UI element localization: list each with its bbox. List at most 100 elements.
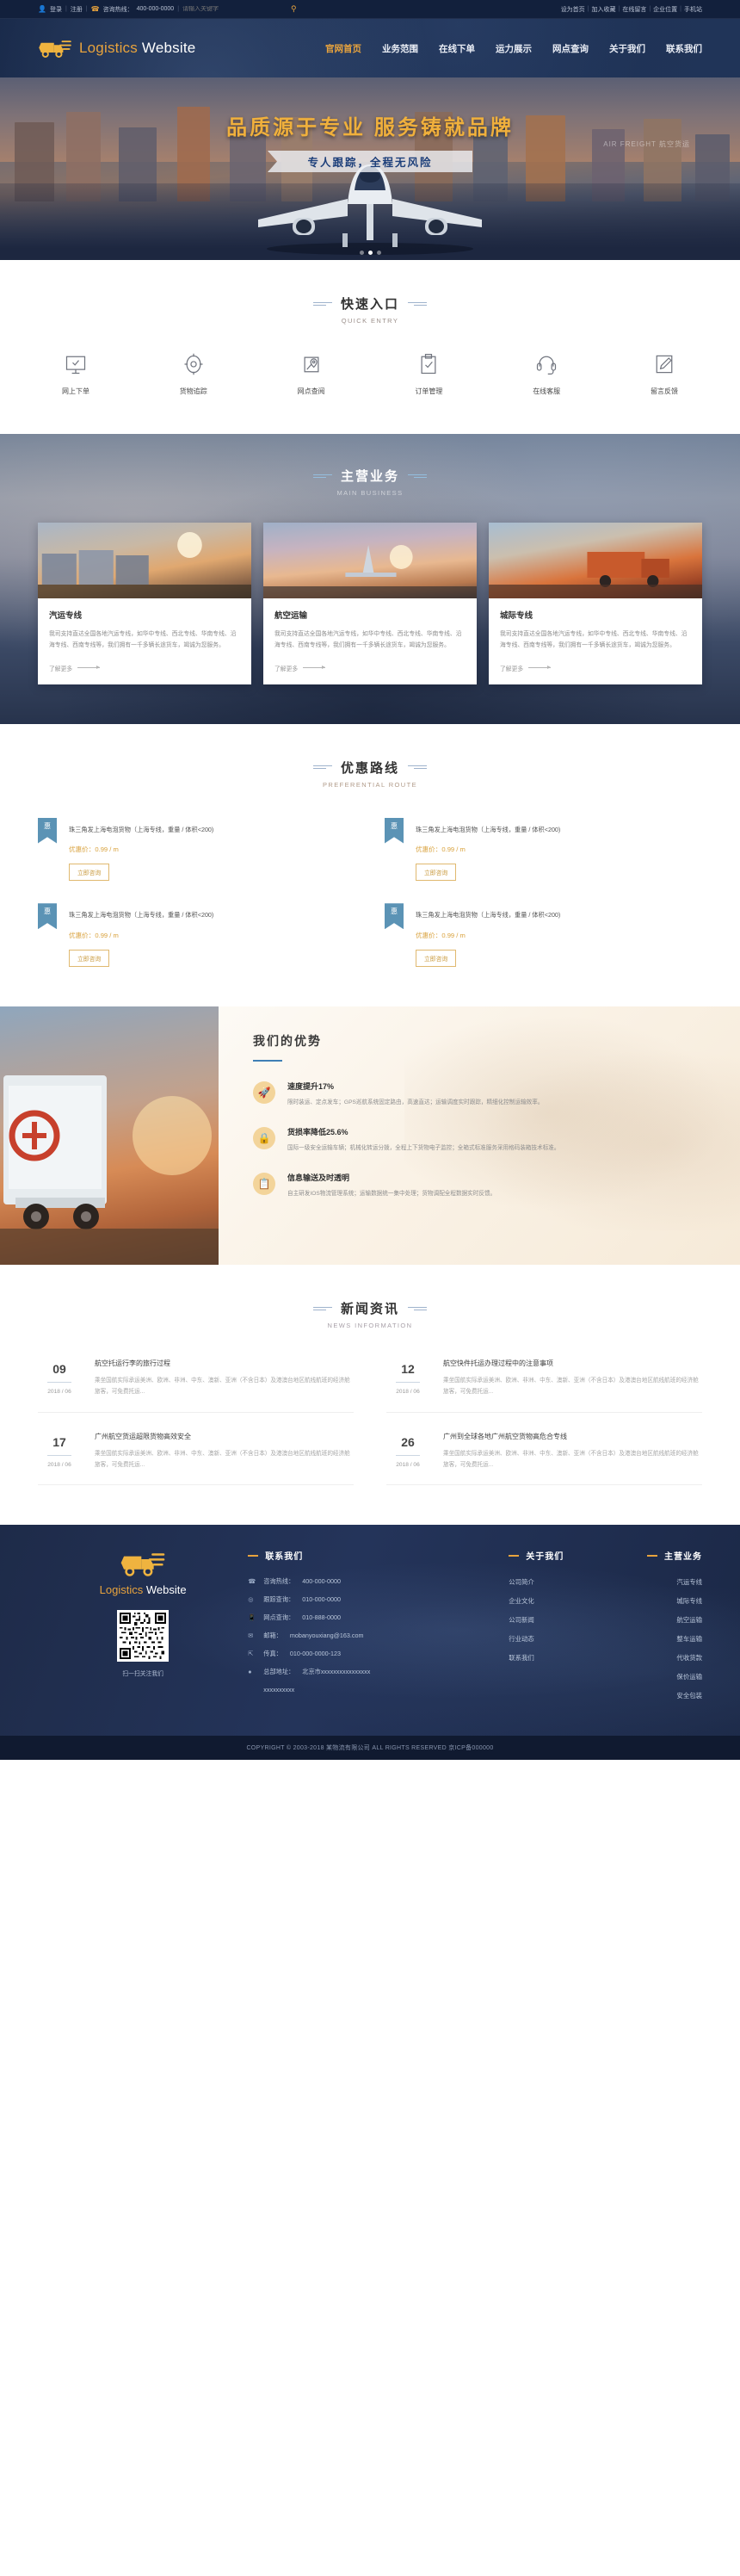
route-name: 珠三角发上海电泡货物（上海专线，重量 / 体积<200)	[416, 825, 561, 833]
footer-business-column: 主营业务 汽运专线 城际专线 航空运输 整车运输 代收货款 保价运输 安全包装	[610, 1549, 702, 1710]
contact-label: 咨询热线：	[263, 1577, 295, 1586]
discount-ribbon-icon: 惠	[385, 817, 404, 844]
quick-item-online-order[interactable]: 网上下单	[45, 352, 107, 396]
footer-biz-air-transport[interactable]: 航空运输	[610, 1615, 702, 1625]
footer-biz-intercity[interactable]: 城际专线	[610, 1596, 702, 1606]
footer-biz-insured[interactable]: 保价运输	[610, 1672, 702, 1681]
route-item: 惠 珠三角发上海电泡货物（上海专线，重量 / 体积<200) 优惠价：0.99 …	[385, 903, 702, 968]
deco-left-icon	[312, 301, 332, 306]
contact-value: 北京市xxxxxxxxxxxxxxxx	[302, 1668, 371, 1676]
footer-link-company-news[interactable]: 公司新闻	[509, 1615, 609, 1625]
advantage-rule	[253, 1060, 282, 1062]
login-link[interactable]: 登录	[50, 5, 62, 14]
quick-item-label: 网上下单	[62, 387, 89, 395]
deco-right-icon	[408, 301, 427, 306]
business-card[interactable]: 航空运输 我司支持直达全国各地汽运专线，如华中专线、西北专线、华南专线、沿海专线…	[263, 523, 477, 684]
hotline-number: 400-000-0000	[136, 6, 175, 12]
advantage-item-body: 速度提升17% 限时装运、定点发车；GPS巡航系统固定路由，高速直达；运输调度实…	[287, 1081, 543, 1109]
business-card[interactable]: 汽运专线 我司支持直达全国各地汽运专线，如华中专线、西北专线、华南专线、沿海专线…	[38, 523, 251, 684]
user-icon: 👤	[38, 4, 46, 13]
arrow-right-icon	[77, 666, 101, 669]
route-body: 珠三角发上海电泡货物（上海专线，重量 / 体积<200) 优惠价：0.99 / …	[69, 818, 355, 882]
nav-item-order[interactable]: 在线下单	[439, 42, 475, 55]
hero-dot-1[interactable]	[359, 251, 364, 255]
hero-title: 品质源于专业 服务铸就品牌	[226, 116, 514, 139]
topbar-right-links: 设为首页 | 加入收藏 | 在线留言 | 企业位置 | 手机站	[561, 5, 702, 14]
news-date-divider	[47, 1454, 71, 1456]
quick-item-feedback[interactable]: 留言反馈	[633, 352, 695, 396]
news-item[interactable]: 12 2018 / 06 航空快件托运办理过程中的注意事项 乘坐国航实际承运美洲…	[386, 1359, 702, 1413]
hero-dot-2[interactable]	[367, 251, 373, 255]
news-grid: 09 2018 / 06 航空托运行李的旅行过程 乘坐国航实际承运美洲、欧洲、非…	[38, 1359, 702, 1486]
nav-item-home[interactable]: 官网首页	[325, 42, 361, 55]
hero-dot-3[interactable]	[376, 251, 381, 255]
quick-item-cargo-tracking[interactable]: 货物追踪	[163, 352, 225, 396]
news-day: 12	[401, 1362, 415, 1377]
company-location-link[interactable]: 企业位置	[653, 5, 677, 14]
sep-c: |	[649, 6, 651, 12]
footer-link-industry-news[interactable]: 行业动态	[509, 1634, 609, 1644]
quick-entry-section: 快速入口 QUICK ENTRY 网上下单 货物追踪 网点查阅 订单管理 在线客…	[0, 260, 740, 434]
footer-biz-road-line[interactable]: 汽运专线	[610, 1577, 702, 1587]
nav-item-outlets[interactable]: 网点查询	[552, 42, 589, 55]
news-item-desc: 乘坐国航实际承运美洲、欧洲、非洲、中东、澳新、亚洲（不含日本）及港澳台地区航线航…	[443, 1450, 699, 1468]
online-message-link[interactable]: 在线留言	[622, 5, 646, 14]
footer-contact-row: ⇱ 传真： 010-000-0000-123	[248, 1650, 509, 1659]
advantage-item-body: 货损率降低25.6% 国际一级安全运输车辆；机械化转运分拨，全程上下货物电子监控…	[287, 1126, 560, 1155]
news-item[interactable]: 17 2018 / 06 广州航空货运超限货物高效安全 乘坐国航实际承运美洲、欧…	[38, 1432, 354, 1486]
advantage-title: 我们的优势	[253, 1034, 322, 1049]
discount-ribbon-icon: 惠	[385, 903, 404, 930]
route-consult-button[interactable]: 立即咨询	[416, 864, 457, 882]
mobile-site-link[interactable]: 手机站	[684, 5, 702, 14]
business-card-more-link[interactable]: 了解更多	[49, 664, 240, 672]
route-price-value: 0.99 / m	[441, 932, 466, 940]
nav-item-business[interactable]: 业务范围	[382, 42, 418, 55]
footer-contact-row: ◎ 跟踪查询： 010-000-0000	[248, 1595, 509, 1605]
contact-label: 总部地址：	[263, 1668, 295, 1676]
nav-item-capacity[interactable]: 运力展示	[496, 42, 532, 55]
footer-biz-safe-packing[interactable]: 安全包装	[610, 1691, 702, 1700]
quick-item-order-management[interactable]: 订单管理	[398, 352, 459, 396]
nav-item-about[interactable]: 关于我们	[609, 42, 645, 55]
business-card-more-link[interactable]: 了解更多	[274, 664, 466, 672]
search-icon[interactable]: ⚲	[291, 4, 297, 14]
quick-item-outlet-lookup[interactable]: 网点查阅	[281, 352, 342, 396]
quick-item-label: 订单管理	[415, 387, 443, 395]
footer-link-company-intro[interactable]: 公司简介	[509, 1577, 609, 1587]
news-body: 广州航空货运超限货物高效安全 乘坐国航实际承运美洲、欧洲、非洲、中东、澳新、亚洲…	[95, 1432, 354, 1471]
brand-logo[interactable]: Logistics Website	[38, 37, 195, 59]
business-card[interactable]: 城际专线 我司支持直达全国各地汽运专线，如华中专线、西北专线、华南专线、沿海专线…	[489, 523, 702, 684]
route-item: 惠 珠三角发上海电泡货物（上海专线，重量 / 体积<200) 优惠价：0.99 …	[38, 817, 355, 882]
footer-biz-cod[interactable]: 代收货款	[610, 1653, 702, 1663]
search-input[interactable]	[182, 6, 231, 12]
footer-link-company-culture[interactable]: 企业文化	[509, 1596, 609, 1606]
route-consult-button[interactable]: 立即咨询	[69, 864, 110, 882]
news-year-month: 2018 / 06	[47, 1389, 71, 1396]
news-item[interactable]: 26 2018 / 06 广州到全球各地广州航空货物高危合专线 乘坐国航实际承运…	[386, 1432, 702, 1486]
quick-item-online-service[interactable]: 在线客服	[515, 352, 577, 396]
news-item[interactable]: 09 2018 / 06 航空托运行李的旅行过程 乘坐国航实际承运美洲、欧洲、非…	[38, 1359, 354, 1413]
footer-logo[interactable]: Logistics Website	[38, 1549, 248, 1596]
footer-contact-row-overflow: xxxxxxxxxx	[248, 1686, 509, 1694]
footer-heading-text: 关于我们	[526, 1552, 564, 1563]
quick-item-label: 留言反馈	[650, 387, 678, 395]
register-link[interactable]: 注册	[71, 5, 83, 14]
set-homepage-link[interactable]: 设为首页	[561, 5, 585, 14]
contact-value: mobanyouxiang@163.com	[289, 1632, 364, 1640]
deco-right-icon	[408, 474, 427, 478]
news-section: 新闻资讯 NEWS INFORMATION 09 2018 / 06 航空托运行…	[0, 1265, 740, 1526]
contact-value: 010-000-0000-123	[289, 1650, 342, 1658]
business-card-more-link[interactable]: 了解更多	[500, 664, 691, 672]
news-body: 广州到全球各地广州航空货物高危合专线 乘坐国航实际承运美洲、欧洲、非洲、中东、澳…	[443, 1432, 702, 1471]
advantage-desc: 国际一级安全运输车辆；机械化转运分拨，全程上下货物电子监控；全箱式标准服务采用格…	[287, 1144, 560, 1151]
qr-label: 扫一扫关注我们	[122, 1671, 163, 1678]
news-day: 17	[52, 1434, 66, 1449]
footer-link-contact-us[interactable]: 联系我们	[509, 1653, 609, 1663]
route-consult-button[interactable]: 立即咨询	[69, 950, 110, 968]
routes-title: 优惠路线	[340, 760, 399, 776]
add-favorite-link[interactable]: 加入收藏	[592, 5, 616, 14]
airplane-photo	[263, 523, 477, 598]
route-consult-button[interactable]: 立即咨询	[416, 950, 457, 968]
footer-biz-full-truck[interactable]: 整车运输	[610, 1634, 702, 1644]
nav-item-contact[interactable]: 联系我们	[666, 42, 702, 55]
